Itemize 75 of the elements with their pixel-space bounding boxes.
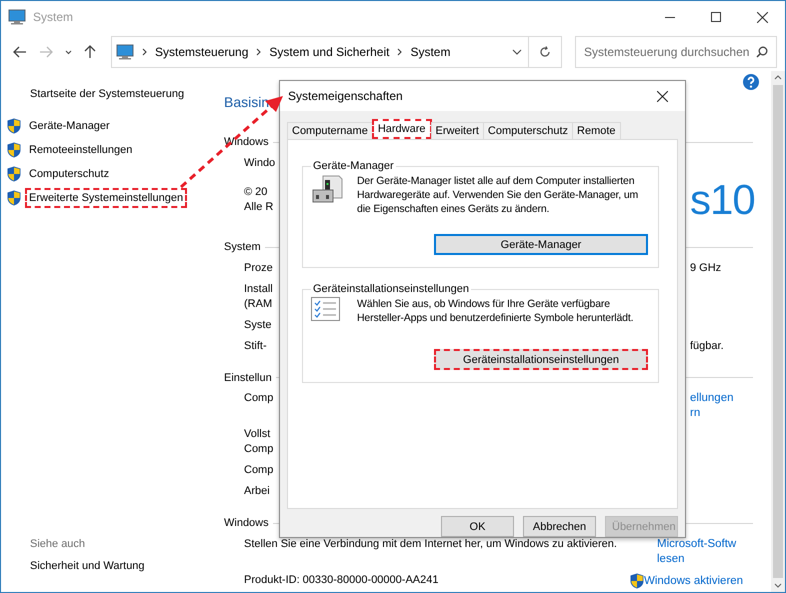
breadcrumb-item[interactable]: System	[410, 45, 450, 59]
info-label: Stellen Sie eine Verbindung mit dem Internet her, um Windows zu aktivieren.	[244, 536, 617, 552]
windows-logo-text: s10	[690, 177, 755, 224]
computer-icon	[116, 44, 134, 60]
chevron-icon	[142, 48, 147, 56]
tab[interactable]: Erweitert	[430, 122, 484, 139]
search-field[interactable]: Systemsteuerung durchsuchen	[575, 36, 777, 68]
search-icon	[756, 46, 768, 58]
info-label: Comp	[244, 442, 274, 458]
maximize-icon	[711, 12, 721, 22]
info-label: Windo	[244, 156, 276, 172]
info-label: Alle R	[244, 200, 274, 216]
tab[interactable]: Computername	[287, 122, 373, 139]
shield-icon	[7, 190, 21, 206]
settings-button[interactable]: Geräteinstallationseinstellungen	[434, 349, 648, 370]
info-label: Produkt-ID: 00330-80000-00000-AA241	[244, 572, 438, 588]
caret-icon	[64, 50, 72, 54]
sidebar-link[interactable]: Computerschutz	[25, 164, 114, 184]
shield-icon	[7, 118, 21, 134]
dialog-title: Systemeigenschaften	[288, 89, 404, 103]
window-title: System	[33, 10, 74, 24]
info-label: Comp	[244, 391, 274, 406]
forward-arrow-icon	[39, 46, 53, 58]
refresh-icon	[539, 46, 551, 58]
info-label: (RAM	[244, 296, 272, 312]
group-title: Geräteinstallationseinstellungen	[312, 283, 470, 295]
shield-icon	[7, 166, 21, 182]
info-label: Syste	[244, 318, 272, 333]
sidebar-link[interactable]: Remoteeinstellungen	[25, 140, 136, 160]
section-heading: Einstellun	[224, 372, 272, 384]
info-label: Stift-	[244, 338, 267, 354]
page-title: Basisin	[224, 94, 270, 110]
shield-icon	[630, 572, 644, 589]
chevron-down-icon	[512, 49, 522, 55]
info-label: Install	[244, 282, 273, 297]
info-label: Comp	[244, 463, 274, 478]
section-heading: System	[224, 241, 261, 254]
up-arrow-icon	[84, 45, 96, 59]
breadcrumb-item[interactable]: Systemsteuerung	[155, 45, 248, 59]
back-arrow-icon	[13, 46, 27, 58]
tab[interactable]: Hardware	[372, 119, 432, 139]
computer-icon	[8, 9, 26, 25]
sidebar-link[interactable]: Sicherheit und Wartung	[30, 560, 224, 572]
dialog-button[interactable]: Abbrechen	[523, 516, 596, 537]
section-heading: Windows	[224, 136, 269, 148]
chevron-icon	[256, 48, 262, 56]
shield-icon	[7, 142, 21, 158]
close-icon	[756, 12, 768, 22]
tab[interactable]: Remote	[572, 122, 621, 139]
dialog-button[interactable]: OK	[441, 516, 514, 537]
sidebar-link[interactable]: Erweiterte Systemeinstellungen	[25, 188, 188, 208]
info-label: Proze	[244, 260, 273, 276]
group-title: Geräte-Manager	[312, 160, 395, 172]
help-icon[interactable]	[743, 74, 759, 90]
link[interactable]: ellungen rn	[690, 391, 734, 422]
group-description: Wählen Sie aus, ob Windows für Ihre Geräte verfügbare Hersteller-Apps und benutzerdefinierte Symbole herunterlädt.	[357, 297, 634, 325]
sidebar-link[interactable]: Startseite der Systemsteuerung	[30, 88, 224, 100]
activate-link[interactable]: Windows aktivieren	[630, 572, 744, 589]
info-label: © 20	[244, 185, 268, 200]
link[interactable]: Microsoft-Softw lesen	[657, 536, 736, 567]
scrollbar-thumb[interactable]	[773, 85, 783, 578]
close-icon	[656, 90, 668, 102]
info-label: Arbei	[244, 484, 270, 500]
breadcrumb-item[interactable]: System und Sicherheit	[269, 45, 390, 59]
chevron-icon	[397, 48, 402, 56]
group-description: Der Geräte-Manager listet alle auf dem Computer installierten Hardwaregeräte auf. Verwenden Sie den Geräte-Manager, um die Eigenschaften eines Geräts zu ändern.	[357, 174, 640, 216]
info-value: 9 GHz	[690, 260, 722, 276]
section-heading: Windows	[224, 517, 269, 530]
sidebar-link[interactable]: Geräte-Manager	[25, 116, 114, 136]
section-label: Siehe auch	[30, 538, 86, 550]
minimize-icon	[665, 16, 675, 18]
info-value: fügbar.	[690, 338, 724, 354]
settings-button[interactable]: Geräte-Manager	[434, 234, 648, 255]
info-label: Vollst	[244, 427, 270, 442]
tab[interactable]: Computerschutz	[482, 122, 574, 139]
